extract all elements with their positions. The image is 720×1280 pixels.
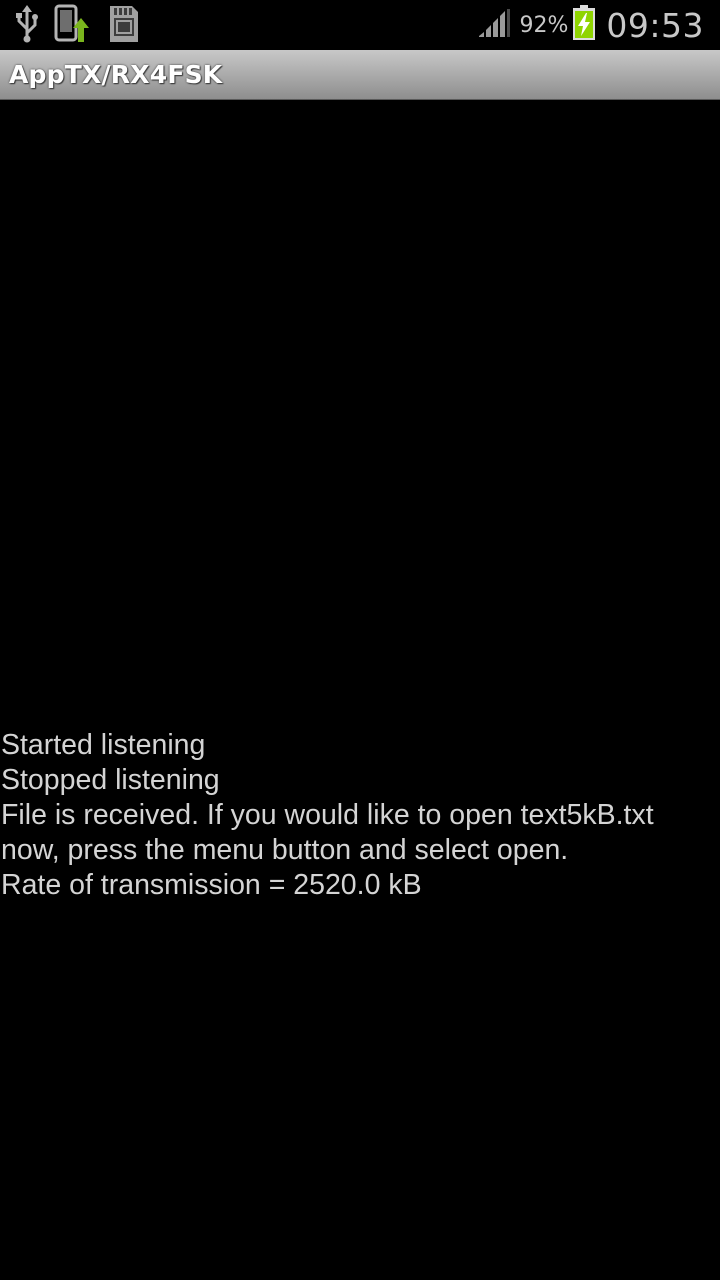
log-output: Started listening Stopped listening File… xyxy=(1,728,716,903)
sd-card-icon xyxy=(106,4,140,48)
status-clock: 09:53 xyxy=(606,5,704,45)
app-screen: 92% 09:53 AppTX/RX4FSK Started listening… xyxy=(0,0,720,1280)
signal-strength-icon xyxy=(477,7,511,43)
status-bar: 92% 09:53 xyxy=(0,0,720,50)
notification-icons xyxy=(14,4,140,48)
usb-icon xyxy=(14,5,40,47)
app-title: AppTX/RX4FSK xyxy=(9,60,223,89)
main-content: Started listening Stopped listening File… xyxy=(0,100,720,1280)
battery-percent: 92% xyxy=(519,12,569,38)
battery-charging-icon xyxy=(572,5,596,45)
log-line-stopped: Stopped listening xyxy=(1,764,220,796)
log-line-started: Started listening xyxy=(1,729,206,761)
system-indicators: 92% 09:53 xyxy=(477,0,704,50)
phone-upload-icon xyxy=(54,4,92,48)
log-line-file-received: File is received. If you would like to o… xyxy=(1,799,654,866)
log-line-rate: Rate of transmission = 2520.0 kB xyxy=(1,869,422,901)
app-title-bar: AppTX/RX4FSK xyxy=(0,50,720,100)
